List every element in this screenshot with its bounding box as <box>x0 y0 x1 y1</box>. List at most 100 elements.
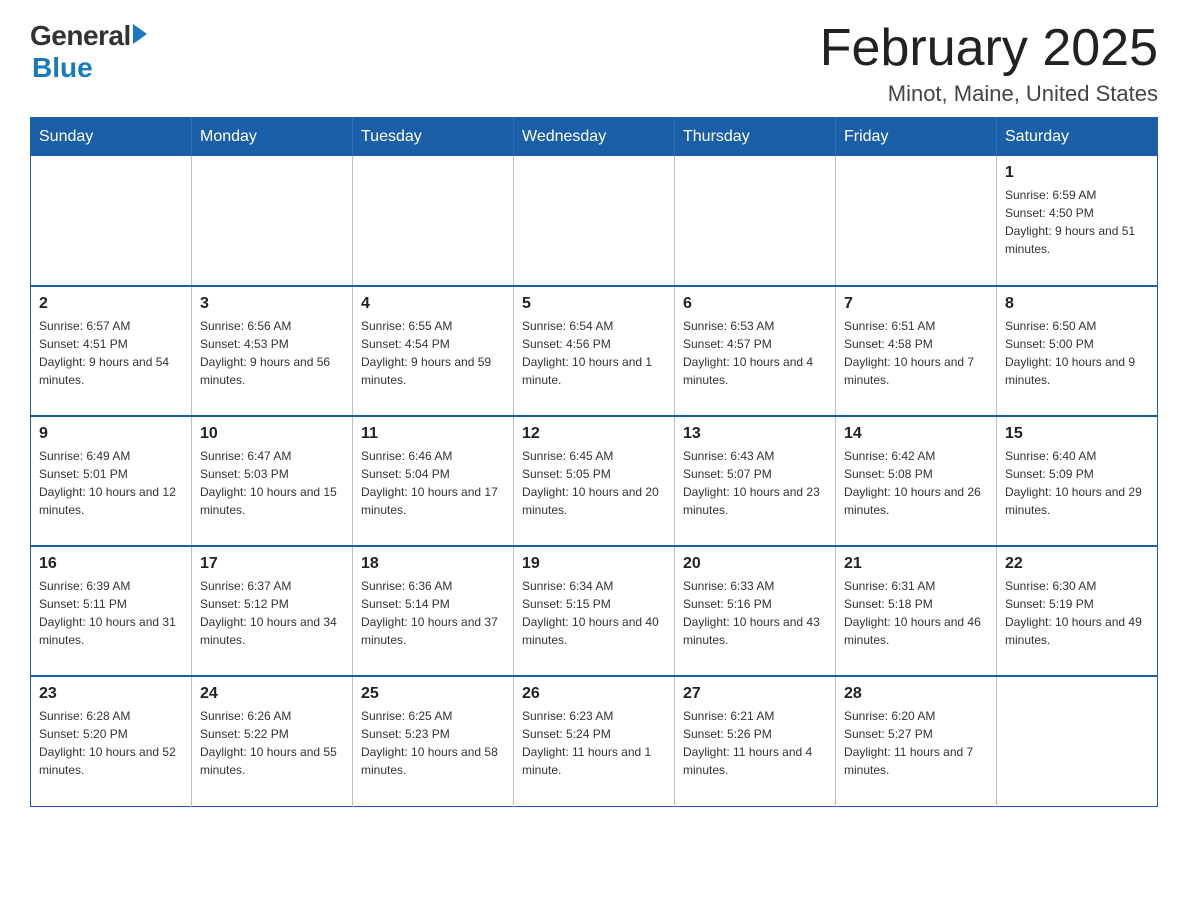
calendar-day-cell: 21 Sunrise: 6:31 AM Sunset: 5:18 PM Dayli… <box>836 546 997 676</box>
day-info: Sunrise: 6:54 AM Sunset: 4:56 PM Dayligh… <box>522 317 666 389</box>
day-info: Sunrise: 6:20 AM Sunset: 5:27 PM Dayligh… <box>844 707 988 779</box>
calendar-day-cell: 7 Sunrise: 6:51 AM Sunset: 4:58 PM Daylig… <box>836 286 997 416</box>
calendar-day-cell: 4 Sunrise: 6:55 AM Sunset: 4:54 PM Daylig… <box>353 286 514 416</box>
day-info: Sunrise: 6:25 AM Sunset: 5:23 PM Dayligh… <box>361 707 505 779</box>
day-info: Sunrise: 6:57 AM Sunset: 4:51 PM Dayligh… <box>39 317 183 389</box>
day-info: Sunrise: 6:49 AM Sunset: 5:01 PM Dayligh… <box>39 447 183 519</box>
calendar-day-cell: 3 Sunrise: 6:56 AM Sunset: 4:53 PM Daylig… <box>192 286 353 416</box>
calendar-day-cell: 22 Sunrise: 6:30 AM Sunset: 5:19 PM Dayli… <box>997 546 1158 676</box>
day-info: Sunrise: 6:31 AM Sunset: 5:18 PM Dayligh… <box>844 577 988 649</box>
day-number: 17 <box>200 555 344 573</box>
day-number: 7 <box>844 295 988 313</box>
title-block: February 2025 Minot, Maine, United State… <box>820 20 1158 107</box>
calendar-day-cell: 2 Sunrise: 6:57 AM Sunset: 4:51 PM Daylig… <box>31 286 192 416</box>
calendar-week-row: 16Sunrise: 6:39 AM Sunset: 5:11 PM Dayli… <box>31 546 1158 676</box>
day-info: Sunrise: 6:46 AM Sunset: 5:04 PM Dayligh… <box>361 447 505 519</box>
day-number: 28 <box>844 685 988 703</box>
day-info: Sunrise: 6:55 AM Sunset: 4:54 PM Dayligh… <box>361 317 505 389</box>
day-number: 12 <box>522 425 666 443</box>
weekday-header-thursday: Thursday <box>675 118 836 157</box>
calendar-day-cell: 24 Sunrise: 6:26 AM Sunset: 5:22 PM Dayli… <box>192 676 353 806</box>
calendar-empty-cell <box>192 156 353 286</box>
day-number: 15 <box>1005 425 1149 443</box>
calendar-day-cell: 10 Sunrise: 6:47 AM Sunset: 5:03 PM Dayli… <box>192 416 353 546</box>
calendar-day-cell: 14 Sunrise: 6:42 AM Sunset: 5:08 PM Dayli… <box>836 416 997 546</box>
day-number: 26 <box>522 685 666 703</box>
day-info: Sunrise: 6:34 AM Sunset: 5:15 PM Dayligh… <box>522 577 666 649</box>
calendar-day-cell: 27 Sunrise: 6:21 AM Sunset: 5:26 PM Dayli… <box>675 676 836 806</box>
day-info: Sunrise: 6:30 AM Sunset: 5:19 PM Dayligh… <box>1005 577 1149 649</box>
day-info: Sunrise: 6:43 AM Sunset: 5:07 PM Dayligh… <box>683 447 827 519</box>
day-number: 1 <box>1005 164 1149 182</box>
day-info: Sunrise: 6:33 AM Sunset: 5:16 PM Dayligh… <box>683 577 827 649</box>
logo-blue-text: Blue <box>32 52 93 84</box>
day-number: 10 <box>200 425 344 443</box>
day-number: 8 <box>1005 295 1149 313</box>
day-number: 21 <box>844 555 988 573</box>
day-number: 14 <box>844 425 988 443</box>
calendar-title: February 2025 <box>820 20 1158 77</box>
calendar-day-cell: 5 Sunrise: 6:54 AM Sunset: 4:56 PM Daylig… <box>514 286 675 416</box>
day-number: 2 <box>39 295 183 313</box>
day-number: 24 <box>200 685 344 703</box>
calendar-day-cell: 26 Sunrise: 6:23 AM Sunset: 5:24 PM Dayli… <box>514 676 675 806</box>
day-number: 19 <box>522 555 666 573</box>
day-info: Sunrise: 6:42 AM Sunset: 5:08 PM Dayligh… <box>844 447 988 519</box>
logo-arrow-icon <box>133 24 147 44</box>
weekday-header-tuesday: Tuesday <box>353 118 514 157</box>
calendar-week-row: 23 Sunrise: 6:28 AM Sunset: 5:20 PM Dayli… <box>31 676 1158 806</box>
day-number: 4 <box>361 295 505 313</box>
day-info: Sunrise: 6:23 AM Sunset: 5:24 PM Dayligh… <box>522 707 666 779</box>
day-info: Sunrise: 6:37 AM Sunset: 5:12 PM Dayligh… <box>200 577 344 649</box>
calendar-day-cell: 15 Sunrise: 6:40 AM Sunset: 5:09 PM Dayli… <box>997 416 1158 546</box>
calendar-day-cell: 11 Sunrise: 6:46 AM Sunset: 5:04 PM Dayli… <box>353 416 514 546</box>
day-info: Sunrise: 6:40 AM Sunset: 5:09 PM Dayligh… <box>1005 447 1149 519</box>
calendar-week-row: 1Sunrise: 6:59 AM Sunset: 4:50 PM Daylig… <box>31 156 1158 286</box>
weekday-header-saturday: Saturday <box>997 118 1158 157</box>
day-number: 25 <box>361 685 505 703</box>
day-info: Sunrise: 6:56 AM Sunset: 4:53 PM Dayligh… <box>200 317 344 389</box>
day-info: Sunrise: 6:21 AM Sunset: 5:26 PM Dayligh… <box>683 707 827 779</box>
calendar-day-cell: 1Sunrise: 6:59 AM Sunset: 4:50 PM Daylig… <box>997 156 1158 286</box>
calendar-day-cell: 16Sunrise: 6:39 AM Sunset: 5:11 PM Dayli… <box>31 546 192 676</box>
day-number: 5 <box>522 295 666 313</box>
calendar-day-cell: 20 Sunrise: 6:33 AM Sunset: 5:16 PM Dayli… <box>675 546 836 676</box>
calendar-empty-cell <box>836 156 997 286</box>
page-header: General Blue February 2025 Minot, Maine,… <box>30 20 1158 107</box>
calendar-empty-cell <box>675 156 836 286</box>
calendar-table: SundayMondayTuesdayWednesdayThursdayFrid… <box>30 117 1158 807</box>
calendar-day-cell: 9 Sunrise: 6:49 AM Sunset: 5:01 PM Daylig… <box>31 416 192 546</box>
calendar-day-cell: 23 Sunrise: 6:28 AM Sunset: 5:20 PM Dayli… <box>31 676 192 806</box>
day-number: 16 <box>39 555 183 573</box>
day-number: 20 <box>683 555 827 573</box>
calendar-empty-cell <box>353 156 514 286</box>
calendar-day-cell: 8 Sunrise: 6:50 AM Sunset: 5:00 PM Daylig… <box>997 286 1158 416</box>
calendar-day-cell: 28 Sunrise: 6:20 AM Sunset: 5:27 PM Dayli… <box>836 676 997 806</box>
calendar-empty-cell <box>31 156 192 286</box>
day-info: Sunrise: 6:26 AM Sunset: 5:22 PM Dayligh… <box>200 707 344 779</box>
calendar-day-cell: 25 Sunrise: 6:25 AM Sunset: 5:23 PM Dayli… <box>353 676 514 806</box>
calendar-day-cell: 18 Sunrise: 6:36 AM Sunset: 5:14 PM Dayli… <box>353 546 514 676</box>
day-info: Sunrise: 6:28 AM Sunset: 5:20 PM Dayligh… <box>39 707 183 779</box>
weekday-header-friday: Friday <box>836 118 997 157</box>
day-number: 9 <box>39 425 183 443</box>
calendar-subtitle: Minot, Maine, United States <box>820 81 1158 107</box>
day-info: Sunrise: 6:45 AM Sunset: 5:05 PM Dayligh… <box>522 447 666 519</box>
weekday-header-sunday: Sunday <box>31 118 192 157</box>
weekday-header-monday: Monday <box>192 118 353 157</box>
day-info: Sunrise: 6:36 AM Sunset: 5:14 PM Dayligh… <box>361 577 505 649</box>
day-info: Sunrise: 6:47 AM Sunset: 5:03 PM Dayligh… <box>200 447 344 519</box>
logo-general-text: General <box>30 20 131 52</box>
day-number: 22 <box>1005 555 1149 573</box>
day-number: 18 <box>361 555 505 573</box>
calendar-week-row: 9 Sunrise: 6:49 AM Sunset: 5:01 PM Daylig… <box>31 416 1158 546</box>
day-number: 3 <box>200 295 344 313</box>
day-number: 27 <box>683 685 827 703</box>
day-number: 11 <box>361 425 505 443</box>
calendar-day-cell: 6Sunrise: 6:53 AM Sunset: 4:57 PM Daylig… <box>675 286 836 416</box>
day-info: Sunrise: 6:51 AM Sunset: 4:58 PM Dayligh… <box>844 317 988 389</box>
day-number: 23 <box>39 685 183 703</box>
calendar-day-cell: 17 Sunrise: 6:37 AM Sunset: 5:12 PM Dayli… <box>192 546 353 676</box>
weekday-header-row: SundayMondayTuesdayWednesdayThursdayFrid… <box>31 118 1158 157</box>
day-info: Sunrise: 6:50 AM Sunset: 5:00 PM Dayligh… <box>1005 317 1149 389</box>
